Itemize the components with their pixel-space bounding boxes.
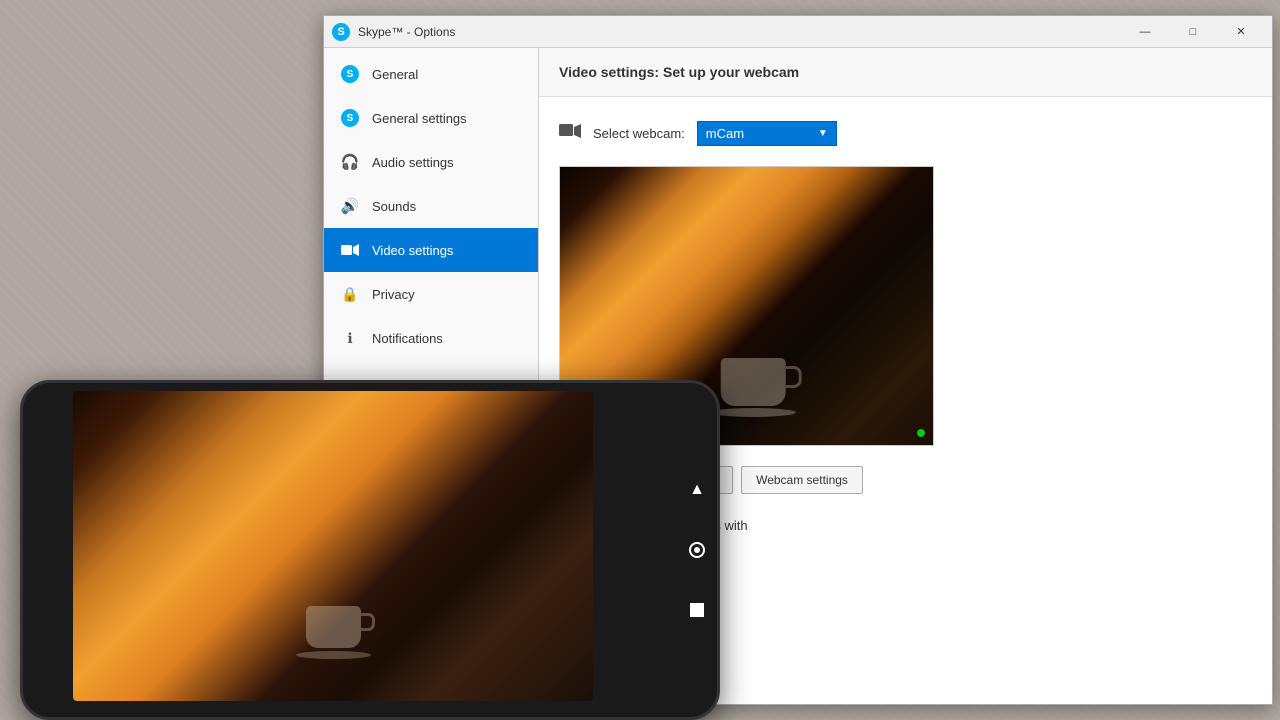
sidebar-label-audio-settings: Audio settings [372, 155, 454, 170]
phone-cup [288, 606, 378, 676]
phone-side-button [717, 443, 720, 473]
general-settings-icon: S [340, 108, 360, 128]
phone-overlay: ▲ [20, 380, 700, 720]
minimize-button[interactable]: — [1122, 16, 1168, 48]
sidebar-label-general-settings: General settings [372, 111, 467, 126]
sounds-icon: 🔊 [340, 196, 360, 216]
play-up-icon[interactable]: ▲ [687, 480, 707, 500]
privacy-icon: 🔒 [340, 284, 360, 304]
sidebar-item-privacy[interactable]: 🔒 Privacy [324, 272, 538, 316]
sidebar-item-notifications[interactable]: ℹ Notifications [324, 316, 538, 360]
general-icon: S [340, 64, 360, 84]
video-settings-icon [340, 240, 360, 260]
skype-logo: S [332, 23, 350, 41]
stop-icon[interactable] [687, 600, 707, 620]
notifications-icon: ℹ [340, 328, 360, 348]
sidebar-item-sounds[interactable]: 🔊 Sounds [324, 184, 538, 228]
status-dot [917, 429, 925, 437]
close-button[interactable]: ✕ [1218, 16, 1264, 48]
sidebar-label-general: General [372, 67, 418, 82]
phone-side-button [717, 483, 720, 513]
sidebar-label-notifications: Notifications [372, 331, 443, 346]
content-title-label: Video settings: [559, 64, 659, 80]
webcam-dropdown[interactable]: mCam ▼ [697, 121, 837, 146]
window-controls: — □ ✕ [1122, 16, 1264, 48]
maximize-button[interactable]: □ [1170, 16, 1216, 48]
skype-logo-icon: S [332, 23, 350, 41]
content-title-subtitle: Set up your webcam [663, 64, 799, 80]
phone-side-button [717, 533, 720, 583]
sidebar-item-general[interactable]: S General [324, 52, 538, 96]
sidebar-label-privacy: Privacy [372, 287, 415, 302]
playback-controls: ▲ [687, 480, 707, 620]
phone-screen [73, 391, 593, 701]
content-title: Video settings: Set up your webcam [559, 64, 1252, 80]
sidebar-label-sounds: Sounds [372, 199, 416, 214]
webcam-icon [559, 122, 581, 145]
record-icon[interactable] [687, 540, 707, 560]
phone-frame: ▲ [20, 380, 720, 720]
title-bar: S Skype™ - Options — □ ✕ [324, 16, 1272, 48]
sidebar-item-general-settings[interactable]: S General settings [324, 96, 538, 140]
webcam-selected-value: mCam [706, 126, 744, 141]
webcam-label: Select webcam: [593, 126, 685, 141]
window-title: Skype™ - Options [358, 25, 1122, 39]
sidebar-item-video-settings[interactable]: Video settings [324, 228, 538, 272]
sidebar-item-audio-settings[interactable]: 🎧 Audio settings [324, 140, 538, 184]
webcam-selector-row: Select webcam: mCam ▼ [559, 121, 1252, 146]
content-header: Video settings: Set up your webcam [539, 48, 1272, 97]
video-cup-shape [720, 358, 795, 417]
sidebar-label-video-settings: Video settings [372, 243, 453, 258]
audio-settings-icon: 🎧 [340, 152, 360, 172]
webcam-dropdown-arrow-icon: ▼ [818, 128, 828, 139]
webcam-settings-button[interactable]: Webcam settings [741, 466, 863, 494]
